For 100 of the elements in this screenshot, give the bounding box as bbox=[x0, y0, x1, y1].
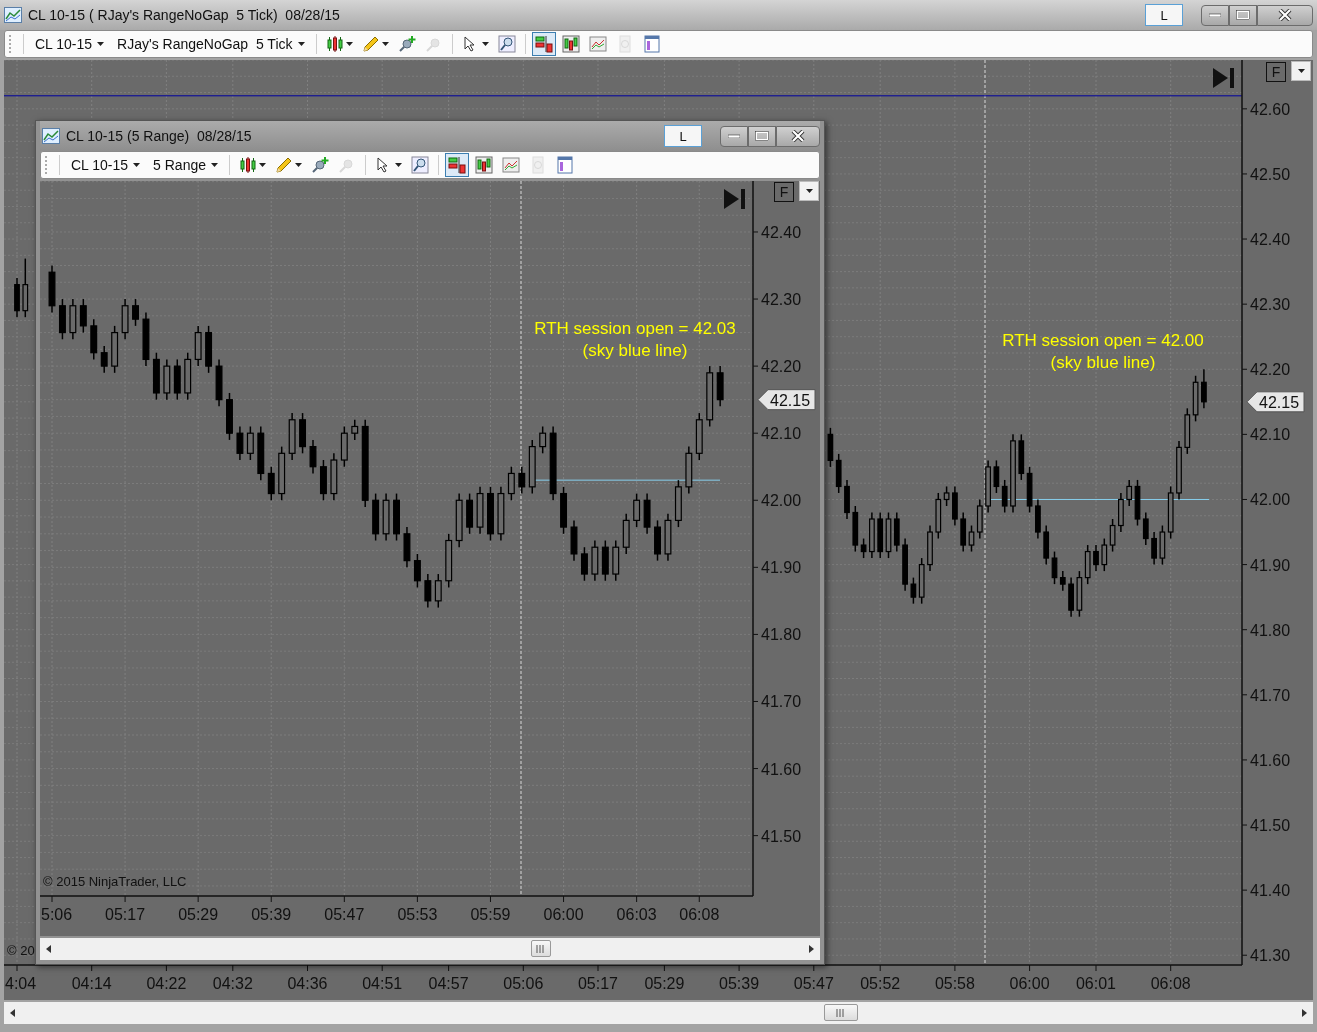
scrollbar[interactable] bbox=[40, 938, 820, 960]
maximize-button[interactable] bbox=[748, 125, 776, 147]
panel-button[interactable] bbox=[445, 153, 469, 177]
zoom-button[interactable] bbox=[408, 153, 432, 177]
time-label: 05:47 bbox=[324, 906, 365, 923]
candle-chart-icon bbox=[561, 35, 580, 53]
grip-icon bbox=[836, 1008, 847, 1017]
time-label: 05:58 bbox=[934, 975, 975, 992]
candle bbox=[1118, 492, 1124, 533]
scroll-left-icon[interactable] bbox=[46, 945, 51, 953]
time-label: 04:32 bbox=[212, 975, 253, 992]
price-label: 42.00 bbox=[761, 492, 802, 510]
dropdown-icon bbox=[805, 189, 813, 193]
price-label: 41.70 bbox=[761, 693, 802, 711]
price-label: 41.90 bbox=[761, 559, 802, 577]
candle bbox=[844, 479, 850, 520]
jump-to-end-icon[interactable] bbox=[1213, 68, 1235, 88]
price-label: 41.80 bbox=[761, 626, 802, 644]
time-label: 04:36 bbox=[287, 975, 328, 992]
candle bbox=[22, 257, 29, 318]
annotation-text: RTH session open = 42.03 bbox=[534, 319, 736, 338]
candlestick bbox=[351, 419, 359, 441]
annotation-text: (sky blue line) bbox=[1050, 353, 1156, 372]
candle bbox=[985, 459, 991, 514]
close-button[interactable] bbox=[1257, 4, 1313, 26]
time-label: 05:29 bbox=[644, 975, 685, 992]
time-label: 06:00 bbox=[543, 906, 584, 923]
panel-button[interactable] bbox=[531, 32, 556, 56]
caret-icon bbox=[133, 163, 141, 167]
pin-icon bbox=[424, 35, 443, 53]
time-label: 04:51 bbox=[362, 975, 403, 992]
jump-to-end-icon[interactable] bbox=[724, 189, 746, 209]
candlestick bbox=[246, 425, 254, 461]
price-label: 41.90 bbox=[1250, 556, 1291, 574]
caret-icon bbox=[297, 42, 305, 46]
caret-icon bbox=[481, 42, 489, 46]
maximize-button[interactable] bbox=[1229, 4, 1257, 26]
link-button[interactable]: L bbox=[664, 125, 702, 147]
price-label: 42.10 bbox=[761, 425, 802, 443]
scrollbar[interactable] bbox=[4, 1002, 1313, 1024]
price-label: 42.20 bbox=[761, 358, 802, 376]
time-label: 05:39 bbox=[251, 906, 292, 923]
candlestick bbox=[539, 425, 547, 455]
caret-icon bbox=[395, 163, 402, 167]
candlestick bbox=[100, 345, 108, 374]
pin-plus-icon bbox=[311, 156, 329, 174]
price-label: 42.40 bbox=[761, 224, 802, 241]
instrument-dropdown[interactable]: CL 10-15 bbox=[66, 155, 146, 175]
time-label: 05:06 bbox=[503, 975, 544, 992]
window-icon bbox=[642, 35, 661, 53]
scroll-thumb[interactable] bbox=[824, 1004, 859, 1021]
scroll-thumb[interactable] bbox=[530, 940, 551, 957]
minimize-button[interactable] bbox=[720, 125, 748, 147]
caret-icon bbox=[97, 42, 105, 46]
line-chart-icon bbox=[502, 156, 520, 174]
grip-icon bbox=[535, 944, 546, 953]
candle bbox=[927, 524, 933, 572]
time-label: 06:08 bbox=[679, 906, 720, 923]
candle bbox=[1068, 576, 1074, 618]
period-dropdown[interactable]: RJay's RangeNoGap 5 Tick bbox=[112, 34, 310, 54]
time-label: 05:39 bbox=[719, 975, 760, 992]
scroll-left-icon[interactable] bbox=[10, 1009, 15, 1017]
instrument-dropdown[interactable]: CL 10-15 bbox=[30, 34, 110, 54]
minimize-button[interactable] bbox=[1201, 4, 1229, 26]
price-label: 41.60 bbox=[1250, 751, 1291, 769]
price-label: 42.00 bbox=[1250, 491, 1291, 509]
candlestick bbox=[267, 465, 275, 502]
candle-chart-icon bbox=[475, 156, 493, 174]
time-label: 06:03 bbox=[616, 906, 657, 923]
pin-icon bbox=[338, 156, 356, 174]
candlestick bbox=[580, 546, 588, 582]
dropdown-icon bbox=[1297, 69, 1305, 73]
price-label: 41.70 bbox=[1250, 686, 1291, 704]
link-button[interactable]: L bbox=[1145, 4, 1183, 26]
scroll-right-icon[interactable] bbox=[1302, 1009, 1307, 1017]
maximize-icon bbox=[755, 131, 769, 141]
scroll-right-icon[interactable] bbox=[809, 945, 814, 953]
candlestick bbox=[236, 425, 244, 461]
indicator-button[interactable] bbox=[472, 153, 496, 177]
time-label: 5:06 bbox=[41, 906, 73, 923]
period-dropdown[interactable]: 5 Range bbox=[148, 155, 223, 175]
time-label: 04:22 bbox=[146, 975, 187, 992]
time-label: 04:14 bbox=[71, 975, 112, 992]
time-label: 05:53 bbox=[397, 906, 438, 923]
maximize-icon bbox=[1236, 10, 1250, 20]
last-price-tag: 42.15 bbox=[757, 389, 816, 411]
panel-menu-button[interactable] bbox=[799, 181, 819, 201]
caret-icon bbox=[345, 42, 353, 46]
candlestick bbox=[132, 298, 139, 327]
window-icon bbox=[556, 156, 574, 174]
candlestick bbox=[424, 573, 432, 609]
time-label: 05:29 bbox=[178, 906, 219, 923]
annotation-text: (sky blue line) bbox=[582, 341, 688, 360]
close-button[interactable] bbox=[776, 125, 820, 147]
candle bbox=[952, 485, 958, 527]
candlestick bbox=[434, 573, 442, 609]
pencil-icon bbox=[361, 35, 380, 53]
caret-icon bbox=[259, 163, 266, 167]
minimize-icon bbox=[1209, 13, 1221, 17]
panel-menu-button[interactable] bbox=[1291, 61, 1311, 81]
